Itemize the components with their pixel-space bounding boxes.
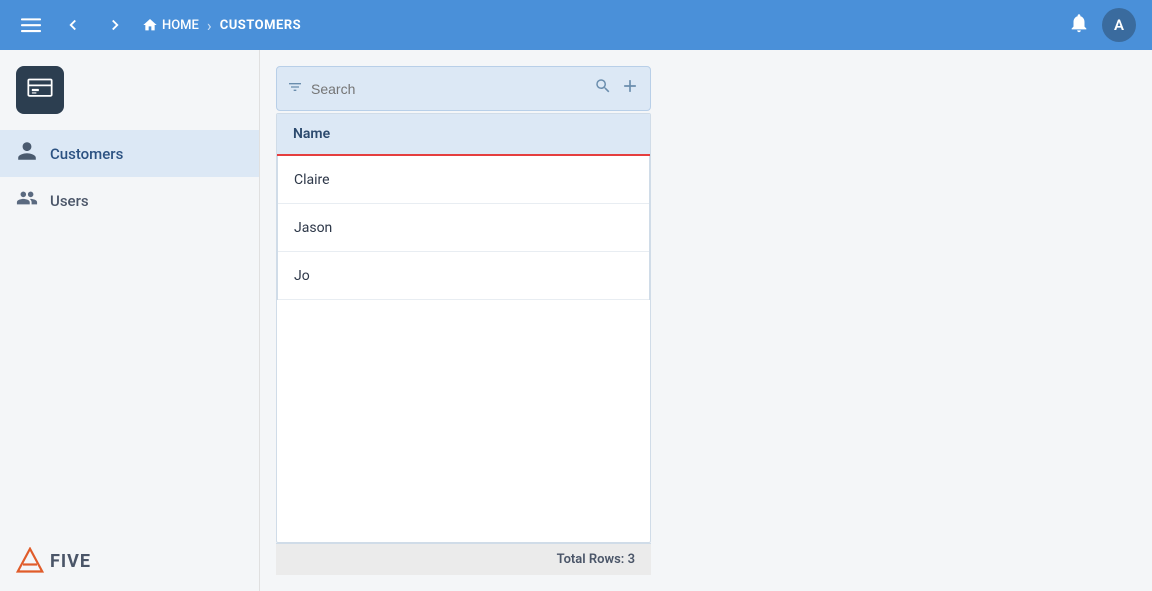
customers-icon bbox=[16, 140, 38, 167]
breadcrumb: HOME › CUSTOMERS bbox=[142, 16, 1056, 35]
table-rows-container: Claire Jason Jo bbox=[277, 156, 650, 300]
topnav-right: A bbox=[1068, 8, 1136, 42]
notifications-icon[interactable] bbox=[1068, 12, 1090, 39]
table-footer: Total Rows: 3 bbox=[276, 543, 651, 575]
sidebar-item-customers-label: Customers bbox=[50, 145, 123, 163]
main-content: Name Claire Jason Jo Total Rows: 3 bbox=[260, 50, 1152, 591]
table-row[interactable]: Jason bbox=[278, 204, 649, 252]
topnav: HOME › CUSTOMERS A bbox=[0, 0, 1152, 50]
sidebar-item-users[interactable]: Users bbox=[0, 177, 259, 224]
total-rows-label: Total Rows: 3 bbox=[557, 552, 635, 567]
main-layout: Customers Users FIVE bbox=[0, 50, 1152, 591]
search-icon[interactable] bbox=[594, 77, 612, 100]
sidebar-item-users-label: Users bbox=[50, 192, 89, 210]
forward-icon[interactable] bbox=[100, 10, 130, 40]
breadcrumb-separator: › bbox=[207, 16, 212, 35]
sidebar-item-customers[interactable]: Customers bbox=[0, 130, 259, 177]
app-logo bbox=[16, 66, 64, 114]
customer-name-jo: Jo bbox=[294, 268, 310, 284]
avatar[interactable]: A bbox=[1102, 8, 1136, 42]
sidebar: Customers Users FIVE bbox=[0, 50, 260, 591]
five-logo-text: FIVE bbox=[50, 551, 91, 572]
table-row[interactable]: Claire bbox=[278, 156, 649, 204]
data-table: Name Claire Jason Jo bbox=[276, 113, 651, 543]
back-icon[interactable] bbox=[58, 10, 88, 40]
customer-name-claire: Claire bbox=[294, 172, 330, 188]
table-row[interactable]: Jo bbox=[278, 252, 649, 300]
users-icon bbox=[16, 187, 38, 214]
five-logo: FIVE bbox=[0, 531, 107, 591]
data-table-wrapper: Name Claire Jason Jo Total Rows: 3 bbox=[276, 113, 651, 575]
table-header: Name bbox=[277, 114, 650, 156]
customer-name-jason: Jason bbox=[294, 220, 332, 236]
home-breadcrumb[interactable]: HOME bbox=[142, 17, 199, 33]
search-bar bbox=[276, 66, 651, 111]
add-icon[interactable] bbox=[620, 76, 640, 101]
filter-icon[interactable] bbox=[287, 79, 303, 99]
name-column-header: Name bbox=[293, 126, 330, 142]
search-input[interactable] bbox=[311, 81, 586, 97]
breadcrumb-current: CUSTOMERS bbox=[220, 18, 301, 33]
menu-icon[interactable] bbox=[16, 10, 46, 40]
